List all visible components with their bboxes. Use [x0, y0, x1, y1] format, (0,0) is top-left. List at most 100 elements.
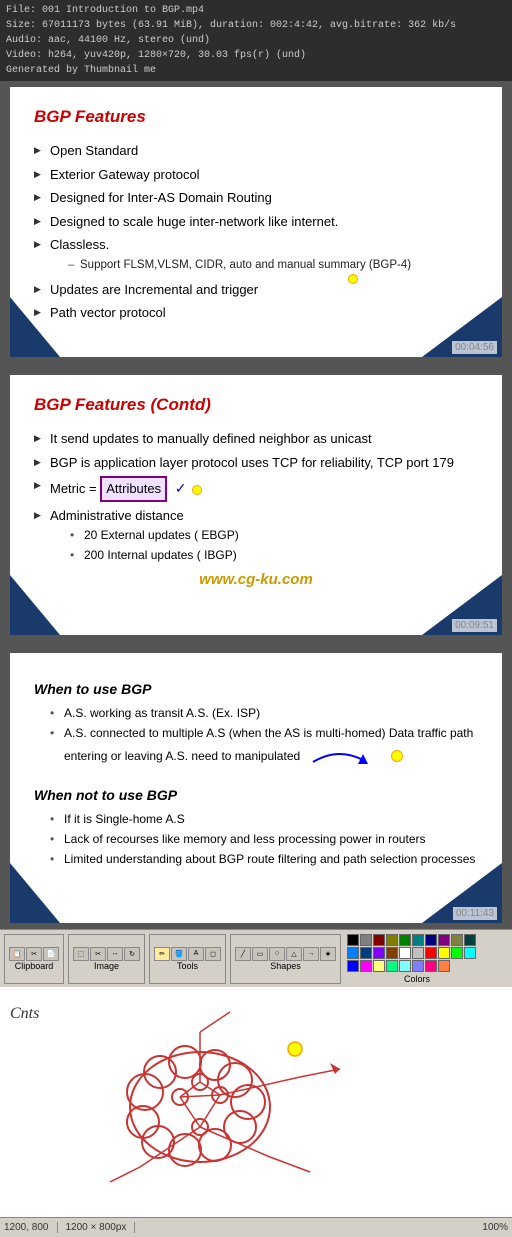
when-not-item-1: If it is Single-home A.S: [50, 809, 478, 829]
list-item-updates: Updates are Incremental and trigger: [34, 278, 478, 302]
cut-btn[interactable]: ✂: [26, 947, 42, 961]
checkmark-annotation: ✓: [175, 480, 187, 496]
file-info: File: 001 Introduction to BGP.mp4 Size: …: [0, 0, 512, 81]
select-btn[interactable]: ⬚: [73, 947, 89, 961]
color-swatch[interactable]: [386, 960, 398, 972]
shapes-icons: ╱ ▭ ○ △ → ★: [235, 947, 336, 961]
toolbar-clipboard: 📋 ✂ 📄 Clipboard: [4, 934, 64, 984]
image-label: Image: [94, 961, 119, 971]
color-swatch[interactable]: [360, 960, 372, 972]
color-swatch[interactable]: [373, 947, 385, 959]
color-palette: [347, 934, 487, 972]
color-swatch[interactable]: [399, 934, 411, 946]
color-swatch[interactable]: [438, 960, 450, 972]
blue-arrow-annotation: [308, 742, 388, 772]
when-item-1: A.S. working as transit A.S. (Ex. ISP): [50, 703, 478, 723]
image-icons: ⬚ ✂ ↔ ↻: [73, 947, 140, 961]
file-info-line5: Generated by Thumbnail me: [6, 63, 506, 78]
color-swatch[interactable]: [347, 934, 359, 946]
when-not-title: When not to use BGP: [34, 787, 478, 803]
color-swatch[interactable]: [425, 960, 437, 972]
status-zoom: 100%: [482, 1222, 508, 1233]
color-swatch[interactable]: [451, 947, 463, 959]
color-swatch[interactable]: [412, 960, 424, 972]
network-diagram: [0, 987, 512, 1217]
color-swatch[interactable]: [412, 934, 424, 946]
shapes-label: Shapes: [270, 961, 301, 971]
color-swatch[interactable]: [386, 947, 398, 959]
paste-btn[interactable]: 📋: [9, 947, 25, 961]
colors-label: Colors: [404, 974, 430, 984]
text-btn[interactable]: A: [188, 947, 204, 961]
slide2: BGP Features (Contd) It send updates to …: [10, 375, 502, 635]
slide3-timestamp: 00:11:43: [453, 907, 497, 920]
list-item: Designed for Inter-AS Domain Routing: [34, 186, 478, 210]
fill-btn[interactable]: 🪣: [171, 947, 187, 961]
color-swatch[interactable]: [425, 947, 437, 959]
color-swatch[interactable]: [373, 934, 385, 946]
color-swatch[interactable]: [399, 960, 411, 972]
when-to-use-list: A.S. working as transit A.S. (Ex. ISP) A…: [34, 703, 478, 773]
slide2-list: It send updates to manually defined neig…: [34, 427, 478, 567]
slide1-timestamp: 00:04:56: [452, 341, 497, 354]
copy-btn[interactable]: 📄: [43, 947, 59, 961]
color-swatch[interactable]: [425, 934, 437, 946]
list-item: Open Standard: [34, 139, 478, 163]
color-swatch[interactable]: [438, 934, 450, 946]
status-bar: 1200, 800 1200 × 800px 100%: [0, 1217, 512, 1237]
arrow-btn[interactable]: →: [303, 947, 319, 961]
metric-attributes: Attributes: [100, 476, 167, 502]
list-item-exterior: Exterior Gateway protocol: [34, 163, 478, 187]
toolbar-shapes: ╱ ▭ ○ △ → ★ Shapes: [230, 934, 341, 984]
color-swatch[interactable]: [464, 947, 476, 959]
rotate-btn[interactable]: ↻: [124, 947, 140, 961]
clipboard-icons: 📋 ✂ 📄: [9, 947, 59, 961]
color-swatch[interactable]: [451, 934, 463, 946]
slide3-wrapper: When to use BGP A.S. working as transit …: [0, 647, 512, 929]
color-swatch[interactable]: [347, 960, 359, 972]
color-swatch[interactable]: [412, 947, 424, 959]
triangle-btn[interactable]: △: [286, 947, 302, 961]
slide1-wrapper: BGP Features Open Standard Exterior Gate…: [0, 81, 512, 363]
color-swatch[interactable]: [360, 947, 372, 959]
cursor-dot-slide3: [391, 750, 403, 762]
color-swatch[interactable]: [399, 947, 411, 959]
crop-btn[interactable]: ✂: [90, 947, 106, 961]
list-item: Designed to scale huge inter-network lik…: [34, 210, 478, 234]
sublist-ibgp: 200 Internal updates ( IBGP): [70, 545, 478, 565]
color-swatch[interactable]: [386, 934, 398, 946]
color-section: Colors: [345, 932, 489, 986]
admin-sublist: 20 External updates ( EBGP) 200 Internal…: [50, 525, 478, 565]
cursor-annotation: [348, 274, 358, 284]
color-swatch[interactable]: [438, 947, 450, 959]
line-btn[interactable]: ╱: [235, 947, 251, 961]
tools-icons: ✏ 🪣 A ◻: [154, 947, 221, 961]
eraser-btn[interactable]: ◻: [205, 947, 221, 961]
resize-btn[interactable]: ↔: [107, 947, 123, 961]
clipboard-label: Clipboard: [15, 961, 54, 971]
file-info-line4: Video: h264, yuv420p, 1280×720, 30.03 fp…: [6, 48, 506, 63]
color-swatch[interactable]: [464, 934, 476, 946]
color-swatch[interactable]: [373, 960, 385, 972]
slide3: When to use BGP A.S. working as transit …: [10, 653, 502, 923]
toolbar-tools: ✏ 🪣 A ◻ Tools: [149, 934, 226, 984]
color-swatch[interactable]: [347, 947, 359, 959]
ellipse-btn[interactable]: ○: [269, 947, 285, 961]
tools-label: Tools: [177, 961, 198, 971]
slide2-wrapper: BGP Features (Contd) It send updates to …: [0, 369, 512, 641]
file-info-line3: Audio: aac, 44100 Hz, stereo (und): [6, 33, 506, 48]
slide2-title: BGP Features (Contd): [34, 395, 478, 415]
status-coords: 1200, 800: [4, 1222, 58, 1233]
color-swatch[interactable]: [360, 934, 372, 946]
rect-btn[interactable]: ▭: [252, 947, 268, 961]
sub-indent-classless: Support FLSM,VLSM, CIDR, auto and manual…: [50, 257, 478, 274]
drawing-area[interactable]: Cnts: [0, 987, 512, 1217]
list-item-tcp: BGP is application layer protocol uses T…: [34, 451, 478, 475]
pencil-btn[interactable]: ✏: [154, 947, 170, 961]
when-to-use-title: When to use BGP: [34, 681, 478, 697]
list-item-path: Path vector protocol: [34, 301, 478, 325]
slide1-list: Open Standard Exterior Gateway protocol …: [34, 139, 478, 325]
when-item-2: A.S. connected to multiple A.S (when the…: [50, 723, 478, 773]
star-btn[interactable]: ★: [320, 947, 336, 961]
file-info-line1: File: 001 Introduction to BGP.mp4: [6, 3, 506, 18]
